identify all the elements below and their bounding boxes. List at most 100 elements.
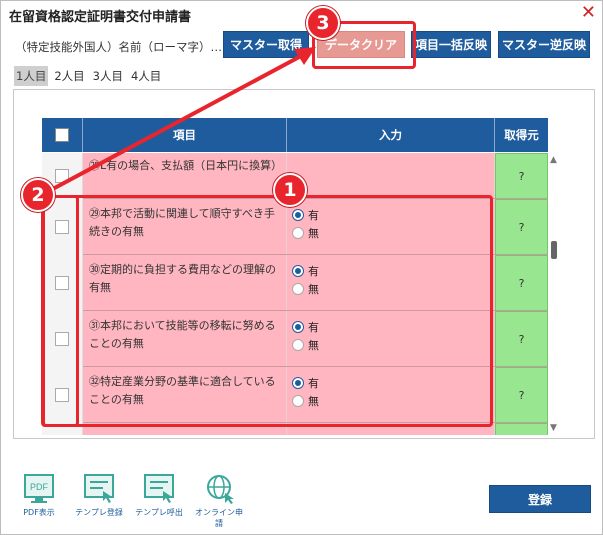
template-register-label: テンプレ登録 [75,508,123,517]
row-checkbox[interactable] [55,220,69,234]
table-row-partial [42,423,548,435]
master-fetch-button[interactable]: マスター取得 [223,31,309,58]
online-apply-button[interactable]: オンライン申請 [195,473,243,529]
callout-badge-1: 1 [273,173,307,207]
row-source-cell [495,423,548,435]
row-checkbox-cell [42,255,83,311]
application-dialog: 在留資格認定証明書交付申請書 ✕ （特定技能外国人）名前（ローマ字）… マスター… [0,0,603,535]
row-checkbox[interactable] [55,169,69,183]
close-icon[interactable]: ✕ [581,3,596,23]
row-checkbox-cell [42,423,83,435]
header-source: 取得元 [504,128,539,142]
row-input-cell[interactable] [287,153,495,199]
row-item: ㉜特定産業分野の基準に適合していることの有無 [83,367,287,423]
row-item: ㉛本邦において技能等の移転に努めることの有無 [83,311,287,367]
row-checkbox-cell [42,311,83,367]
bulk-apply-button[interactable]: 項目一括反映 [411,31,491,58]
source-button[interactable]: ? [495,153,548,199]
row-input-cell: 有 無 [287,367,495,423]
radio-yes[interactable]: 有 [292,318,494,336]
tab-person-4[interactable]: 4人目 [129,66,163,86]
radio-yes[interactable]: 有 [292,374,494,392]
source-button[interactable] [495,423,548,435]
applicant-name-label: （特定技能外国人）名前（ローマ字）… [15,40,222,54]
table-row: ㉚定期的に負担する費用などの理解の有無 有 無 ? [42,255,548,311]
row-source-cell: ? [495,367,548,423]
source-button[interactable]: ? [495,199,548,255]
register-button[interactable]: 登録 [489,485,591,513]
radio-unselected-icon [292,227,304,239]
scroll-up-icon[interactable]: ▲ [550,155,557,165]
row-input-cell: 有 無 [287,311,495,367]
row-checkbox[interactable] [55,388,69,402]
row-input-cell [287,423,495,435]
callout-badge-2: 2 [21,178,55,212]
row-item: ㉘L有の場合、支払額（日本円に換算） [83,153,287,199]
radio-yes-label: 有 [308,265,319,278]
radio-selected-icon [292,265,304,277]
radio-no-label: 無 [308,283,319,296]
radio-yes-label: 有 [308,321,319,334]
header-select-all [42,118,83,152]
radio-unselected-icon [292,283,304,295]
template-load-icon [143,473,175,505]
table-row: ㉙本邦で活動に関連して順守すべき手続きの有無 有 無 ? [42,199,548,255]
table-row: ㉜特定産業分野の基準に適合していることの有無 有 無 ? [42,367,548,423]
radio-selected-icon [292,377,304,389]
radio-yes[interactable]: 有 [292,262,494,280]
radio-no[interactable]: 無 [292,336,494,354]
dialog-title: 在留資格認定証明書交付申請書 [9,10,192,25]
tab-person-1[interactable]: 1人目 [14,66,49,86]
header-input: 入力 [287,118,495,152]
svg-text:PDF: PDF [30,482,49,492]
select-all-checkbox[interactable] [55,128,69,142]
row-item: ㉚定期的に負担する費用などの理解の有無 [83,255,287,311]
source-button[interactable]: ? [495,255,548,311]
table-header: 項目 入力 取得元 [42,118,548,152]
vertical-scrollbar[interactable]: ▲ ▼ [548,153,562,435]
bottom-toolbar: PDF PDF表示 テンプレ登録 テンプレ呼出 オンライン申請 [15,473,243,529]
radio-no-label: 無 [308,227,319,240]
radio-no-label: 無 [308,395,319,408]
row-input-cell: 有 無 [287,255,495,311]
header-item: 項目 [83,118,287,152]
tab-person-3[interactable]: 3人目 [91,66,125,86]
person-tabs: 1人目 2人目 3人目 4人目 [14,66,163,86]
row-item-partial [83,423,287,435]
template-load-label: テンプレ呼出 [135,508,183,517]
scroll-thumb[interactable] [551,241,557,259]
master-reverse-button[interactable]: マスター逆反映 [498,31,590,58]
row-checkbox[interactable] [55,276,69,290]
scroll-down-icon[interactable]: ▼ [550,423,557,433]
row-checkbox[interactable] [55,332,69,346]
pdf-view-button[interactable]: PDF PDF表示 [15,473,63,529]
radio-yes-label: 有 [308,377,319,390]
row-source-cell: ? [495,255,548,311]
template-register-button[interactable]: テンプレ登録 [75,473,123,529]
radio-unselected-icon [292,395,304,407]
row-source-cell: ? [495,153,548,199]
row-input-cell: 有 無 [287,199,495,255]
row-item: ㉙本邦で活動に関連して順守すべき手続きの有無 [83,199,287,255]
online-globe-icon [203,473,235,505]
radio-no[interactable]: 無 [292,280,494,298]
template-load-button[interactable]: テンプレ呼出 [135,473,183,529]
pdf-view-label: PDF表示 [23,508,55,517]
table-row: ㉛本邦において技能等の移転に努めることの有無 有 無 ? [42,311,548,367]
template-register-icon [83,473,115,505]
row-checkbox-cell [42,367,83,423]
callout-badge-3: 3 [306,6,340,40]
source-button[interactable]: ? [495,311,548,367]
form-table: 項目 入力 取得元 ㉘L有の場合、支払額（日本円に換算） ? ㉙本邦で活動に関連… [42,118,548,435]
online-apply-label: オンライン申請 [195,508,243,528]
radio-yes[interactable]: 有 [292,206,494,224]
radio-selected-icon [292,209,304,221]
radio-no[interactable]: 無 [292,392,494,410]
radio-no[interactable]: 無 [292,224,494,242]
row-source-cell: ? [495,199,548,255]
tab-person-2[interactable]: 2人目 [52,66,86,86]
radio-unselected-icon [292,339,304,351]
pdf-icon: PDF [23,473,55,505]
radio-no-label: 無 [308,339,319,352]
source-button[interactable]: ? [495,367,548,423]
